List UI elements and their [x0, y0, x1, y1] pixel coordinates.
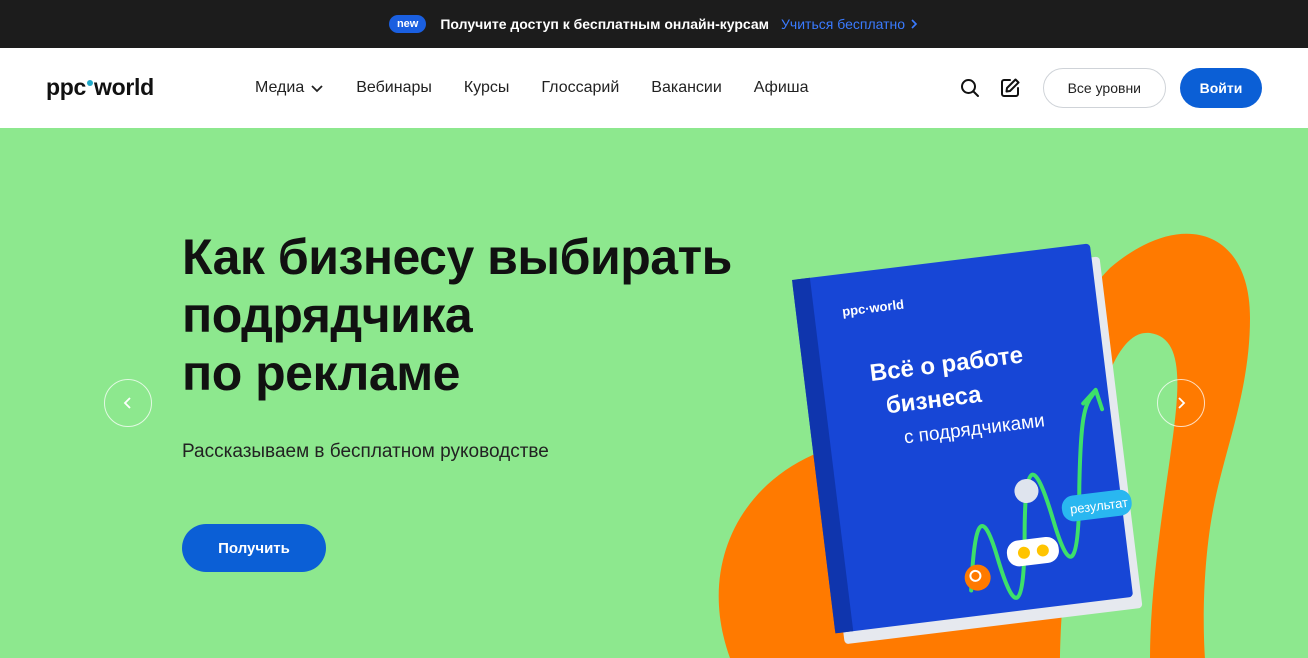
carousel-prev-button[interactable] — [104, 379, 152, 427]
nav-item-label: Вебинары — [356, 79, 432, 96]
new-badge: new — [388, 15, 427, 33]
nav-item-label: Глоссарий — [541, 79, 620, 96]
write-button[interactable] — [997, 75, 1023, 101]
nav-item-webinars[interactable]: Вебинары — [356, 79, 432, 97]
hero-banner: ppc·world Всё о работе бизнеса с подрядч… — [0, 128, 1308, 658]
search-button[interactable] — [957, 75, 983, 101]
nav-item-vacancies[interactable]: Вакансии — [651, 79, 722, 97]
hero-title-line: по рекламе — [182, 345, 460, 401]
chevron-right-icon — [911, 19, 918, 29]
nav-item-events[interactable]: Афиша — [754, 79, 809, 97]
levels-button[interactable]: Все уровни — [1042, 68, 1166, 108]
nav-item-media[interactable]: Медиа — [255, 79, 324, 97]
nav-item-courses[interactable]: Курсы — [464, 79, 510, 97]
site-logo[interactable]: ppc world — [46, 74, 154, 101]
get-guide-button[interactable]: Получить — [182, 524, 326, 572]
nav-item-label: Курсы — [463, 79, 510, 96]
login-button[interactable]: Войти — [1180, 68, 1262, 108]
hero-title-line: подрядчика — [182, 287, 473, 343]
logo-dot — [87, 79, 93, 86]
nav-item-label: Медиа — [255, 79, 305, 96]
header-actions: Все уровни Войти — [957, 68, 1262, 108]
edit-icon — [1000, 78, 1020, 97]
promo-link-label: Учиться бесплатно — [781, 16, 906, 32]
nav-item-glossary[interactable]: Глоссарий — [541, 79, 619, 97]
main-nav: Медиа Вебинары Курсы Глоссарий Вакансии … — [255, 48, 808, 128]
hero-title: Как бизнесу выбирать подрядчика по рекла… — [182, 228, 822, 402]
chevron-down-icon — [311, 85, 323, 93]
site-header: ppc world Медиа Вебинары Курсы Глоссарий … — [0, 48, 1308, 128]
logo-left: ppc — [46, 74, 86, 100]
nav-item-label: Афиша — [753, 79, 809, 96]
hero-title-line: Как бизнесу выбирать — [182, 229, 732, 285]
promo-text: Получите доступ к бесплатным онлайн-курс… — [440, 16, 770, 32]
chevron-right-icon — [1178, 397, 1186, 409]
promo-link[interactable]: Учиться бесплатно — [781, 16, 919, 32]
chevron-left-icon — [123, 397, 131, 409]
book: ppc·world Всё о работе бизнеса с подрядч… — [792, 243, 1143, 644]
carousel-next-button[interactable] — [1157, 379, 1205, 427]
logo-right: world — [94, 74, 154, 100]
nav-item-label: Вакансии — [651, 79, 722, 96]
hero-subtitle: Рассказываем в бесплатном руководстве — [182, 441, 549, 462]
promo-bar: new Получите доступ к бесплатным онлайн-… — [0, 0, 1308, 48]
search-icon — [960, 79, 979, 97]
